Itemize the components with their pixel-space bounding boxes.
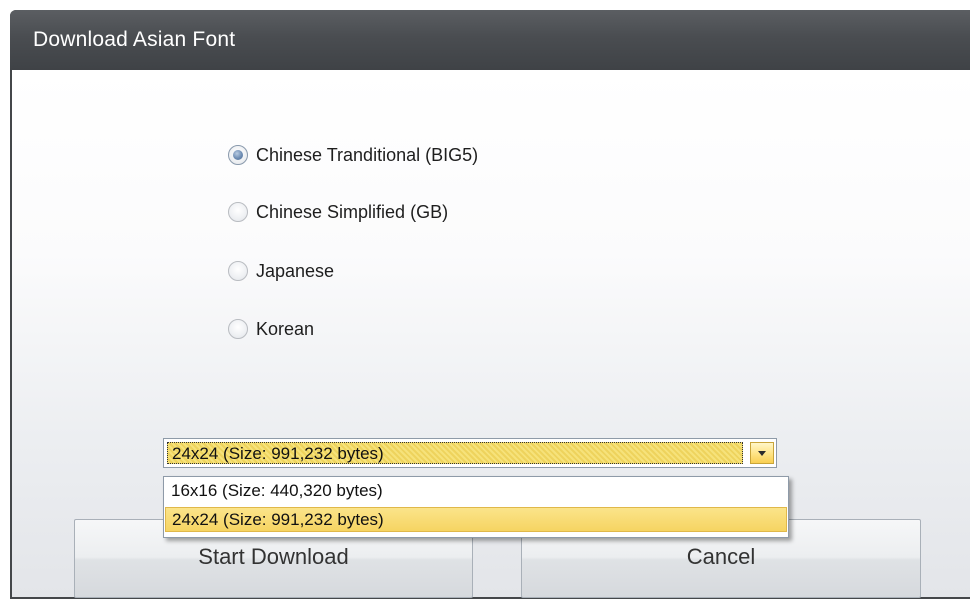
dropdown-option-16x16[interactable]: 16x16 (Size: 440,320 bytes): [165, 478, 787, 503]
dialog-body: Chinese Tranditional (BIG5) Chinese Simp…: [12, 70, 970, 598]
radio-japanese[interactable]: Japanese: [228, 256, 334, 286]
radio-unchecked-icon[interactable]: [228, 202, 248, 222]
radio-checked-icon[interactable]: [228, 145, 248, 165]
radio-chinese-traditional[interactable]: Chinese Tranditional (BIG5): [228, 140, 478, 170]
page: Download Asian Font Chinese Tranditional…: [0, 0, 970, 599]
window-title: Download Asian Font: [33, 28, 236, 51]
combobox-selected-value: 24x24 (Size: 991,232 bytes): [172, 444, 384, 463]
radio-label: Chinese Tranditional (BIG5): [256, 144, 479, 165]
radio-label: Korean: [256, 318, 315, 339]
radio-unchecked-icon[interactable]: [228, 319, 248, 339]
chevron-down-icon: [758, 450, 766, 456]
cancel-label: Cancel: [686, 544, 756, 569]
radio-chinese-simplified[interactable]: Chinese Simplified (GB): [228, 197, 448, 227]
radio-label: Chinese Simplified (GB): [256, 201, 449, 222]
combobox-selection[interactable]: 24x24 (Size: 991,232 bytes): [167, 442, 743, 464]
radio-unchecked-icon[interactable]: [228, 261, 248, 281]
radio-label: Japanese: [256, 260, 335, 281]
dropdown-option-24x24[interactable]: 24x24 (Size: 991,232 bytes): [165, 507, 787, 532]
radio-korean[interactable]: Korean: [228, 314, 314, 344]
start-download-label: Start Download: [198, 544, 349, 569]
dialog-window: Download Asian Font Chinese Tranditional…: [10, 10, 970, 599]
title-bar[interactable]: Download Asian Font: [10, 10, 970, 70]
font-size-dropdown-list: 16x16 (Size: 440,320 bytes) 24x24 (Size:…: [163, 476, 789, 538]
dropdown-button[interactable]: [750, 442, 774, 464]
radio-dot-icon: [233, 150, 243, 160]
font-size-combobox[interactable]: 24x24 (Size: 991,232 bytes): [163, 438, 777, 468]
